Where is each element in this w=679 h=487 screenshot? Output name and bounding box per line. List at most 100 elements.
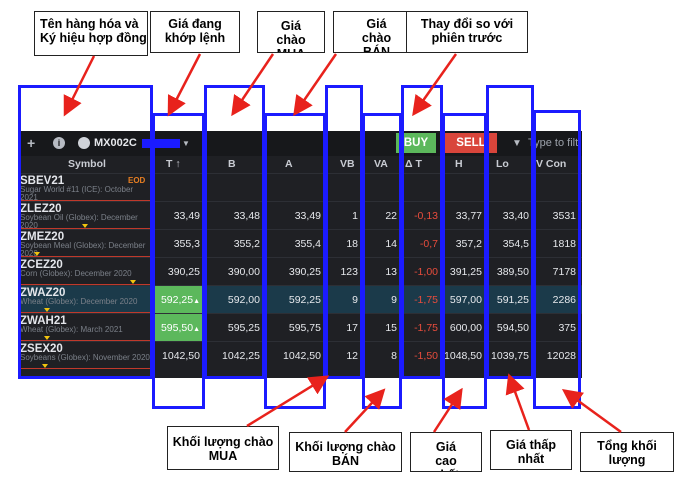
cell-h[interactable] <box>442 174 486 202</box>
cell-v[interactable]: 12028 <box>533 342 580 370</box>
arrow-bid <box>231 53 275 117</box>
cell-t[interactable] <box>152 174 204 202</box>
cell-h[interactable]: 357,2 <box>442 230 486 258</box>
cell-t[interactable]: 595,50▲ <box>152 314 204 342</box>
filter-input[interactable]: Type to filt <box>528 131 578 156</box>
cell-t[interactable]: 1042,50 <box>152 342 204 370</box>
cell-va[interactable]: 13 <box>362 258 401 286</box>
cell-a[interactable]: 592,25 <box>264 286 325 314</box>
col-symbol[interactable]: Symbol <box>68 156 106 173</box>
cell-value: 18 <box>346 238 358 250</box>
sell-button[interactable]: SELL <box>445 133 497 153</box>
cell-vb[interactable]: 18 <box>325 230 362 258</box>
cell-lo[interactable]: 389,50 <box>486 258 533 286</box>
cell-b[interactable]: 390,00 <box>204 258 264 286</box>
table-row[interactable]: ZCEZ20 Corn (Globex): December 2020 390,25… <box>18 257 582 285</box>
cell-dt[interactable]: -0,13 <box>401 202 442 230</box>
cell-value: 592,25 <box>288 294 321 306</box>
table-row[interactable]: ZWAH21 Wheat (Globex): March 2021 595,50▲ 5… <box>18 313 582 342</box>
col-volume[interactable]: V Con <box>536 156 566 173</box>
cell-va[interactable]: 8 <box>362 342 401 370</box>
cell-b[interactable]: 592,00 <box>204 286 264 314</box>
cell-dt[interactable]: -0,7 <box>401 230 442 258</box>
table-row[interactable]: ZMEZ20 Soybean Meal (Globex): December 20… <box>18 229 582 258</box>
cell-va[interactable]: 9 <box>362 286 401 314</box>
col-high[interactable]: H <box>455 156 463 173</box>
chevron-down-icon[interactable]: ▼ <box>182 131 190 156</box>
cell-vb[interactable]: 12 <box>325 342 362 370</box>
cell-a[interactable]: 595,75 <box>264 314 325 342</box>
cell-dt[interactable]: -1,00 <box>401 258 442 286</box>
table-row[interactable]: ZLEZ20 Soybean Oil (Globex): December 202… <box>18 201 582 230</box>
col-ask[interactable]: A <box>285 156 293 173</box>
cell-v[interactable]: 2286 <box>533 286 580 314</box>
cell-vb[interactable]: 1 <box>325 202 362 230</box>
cell-b[interactable]: 33,48 <box>204 202 264 230</box>
cell-vb[interactable] <box>325 174 362 202</box>
col-bid[interactable]: B <box>228 156 236 173</box>
cell-v[interactable]: 7178 <box>533 258 580 286</box>
cell-value: 355,4 <box>294 238 321 250</box>
account-select[interactable]: MX002C <box>94 131 137 156</box>
add-icon[interactable]: + <box>27 131 35 156</box>
cell-h[interactable]: 1048,50 <box>442 342 486 370</box>
col-ask-volume[interactable]: VA <box>374 156 388 173</box>
cell-value: 14 <box>385 238 397 250</box>
cell-a[interactable]: 1042,50 <box>264 342 325 370</box>
cell-va[interactable] <box>362 174 401 202</box>
cell-h[interactable]: 597,00 <box>442 286 486 314</box>
cell-v[interactable]: 375 <box>533 314 580 342</box>
cell-b[interactable] <box>204 174 264 202</box>
cell-va[interactable]: 22 <box>362 202 401 230</box>
table-row[interactable]: ZSEX20 Soybeans (Globex): November 2020 10… <box>18 341 582 369</box>
cell-value: 2286 <box>552 294 576 306</box>
cell-t[interactable]: 592,25▲ <box>152 286 204 314</box>
cell-t[interactable]: 390,25 <box>152 258 204 286</box>
col-low[interactable]: Lo <box>496 156 509 173</box>
table-row[interactable]: SBEV21 Sugar World #11 (ICE): October 202… <box>18 173 582 202</box>
cell-dt[interactable] <box>401 174 442 202</box>
cell-dt[interactable]: -1,75 <box>401 286 442 314</box>
col-last[interactable]: T ↑ <box>166 156 181 173</box>
cell-value: 390,00 <box>227 266 260 278</box>
cell-b[interactable]: 355,2 <box>204 230 264 258</box>
cell-lo[interactable] <box>486 174 533 202</box>
col-bid-volume[interactable]: VB <box>340 156 355 173</box>
info-icon[interactable]: i <box>53 137 65 149</box>
cell-t[interactable]: 33,49 <box>152 202 204 230</box>
cell-dt[interactable]: -1,75 <box>401 314 442 342</box>
cell-vb[interactable]: 17 <box>325 314 362 342</box>
up-arrow-icon: ▲ <box>193 298 200 305</box>
cell-t[interactable]: 355,3 <box>152 230 204 258</box>
cell-h[interactable]: 600,00 <box>442 314 486 342</box>
cell-a[interactable]: 33,49 <box>264 202 325 230</box>
cell-v[interactable]: 3531 <box>533 202 580 230</box>
cell-b[interactable]: 595,25 <box>204 314 264 342</box>
cell-lo[interactable]: 354,5 <box>486 230 533 258</box>
buy-button[interactable]: BUY <box>396 133 436 153</box>
symbol-description: Corn (Globex): December 2020 <box>20 269 132 278</box>
cell-h[interactable]: 391,25 <box>442 258 486 286</box>
table-row[interactable]: ZWAZ20 Wheat (Globex): December 2020 592,2… <box>18 285 582 314</box>
col-change[interactable]: Δ T <box>405 156 422 173</box>
cell-h[interactable]: 33,77 <box>442 202 486 230</box>
cell-va[interactable]: 15 <box>362 314 401 342</box>
cell-value: 389,50 <box>496 266 529 278</box>
cell-lo[interactable]: 591,25 <box>486 286 533 314</box>
cell-dt[interactable]: -1,50 <box>401 342 442 370</box>
cell-v[interactable] <box>533 174 580 202</box>
cell-b[interactable]: 1042,25 <box>204 342 264 370</box>
cell-a[interactable] <box>264 174 325 202</box>
globe-icon[interactable] <box>78 137 90 149</box>
cell-lo[interactable]: 594,50 <box>486 314 533 342</box>
cell-lo[interactable]: 1039,75 <box>486 342 533 370</box>
callout-low: Giá thấp nhất <box>490 430 572 470</box>
cell-lo[interactable]: 33,40 <box>486 202 533 230</box>
cell-v[interactable]: 1818 <box>533 230 580 258</box>
filter-icon[interactable]: ▼ <box>512 131 522 156</box>
cell-a[interactable]: 355,4 <box>264 230 325 258</box>
cell-vb[interactable]: 123 <box>325 258 362 286</box>
cell-vb[interactable]: 9 <box>325 286 362 314</box>
cell-a[interactable]: 390,25 <box>264 258 325 286</box>
cell-va[interactable]: 14 <box>362 230 401 258</box>
